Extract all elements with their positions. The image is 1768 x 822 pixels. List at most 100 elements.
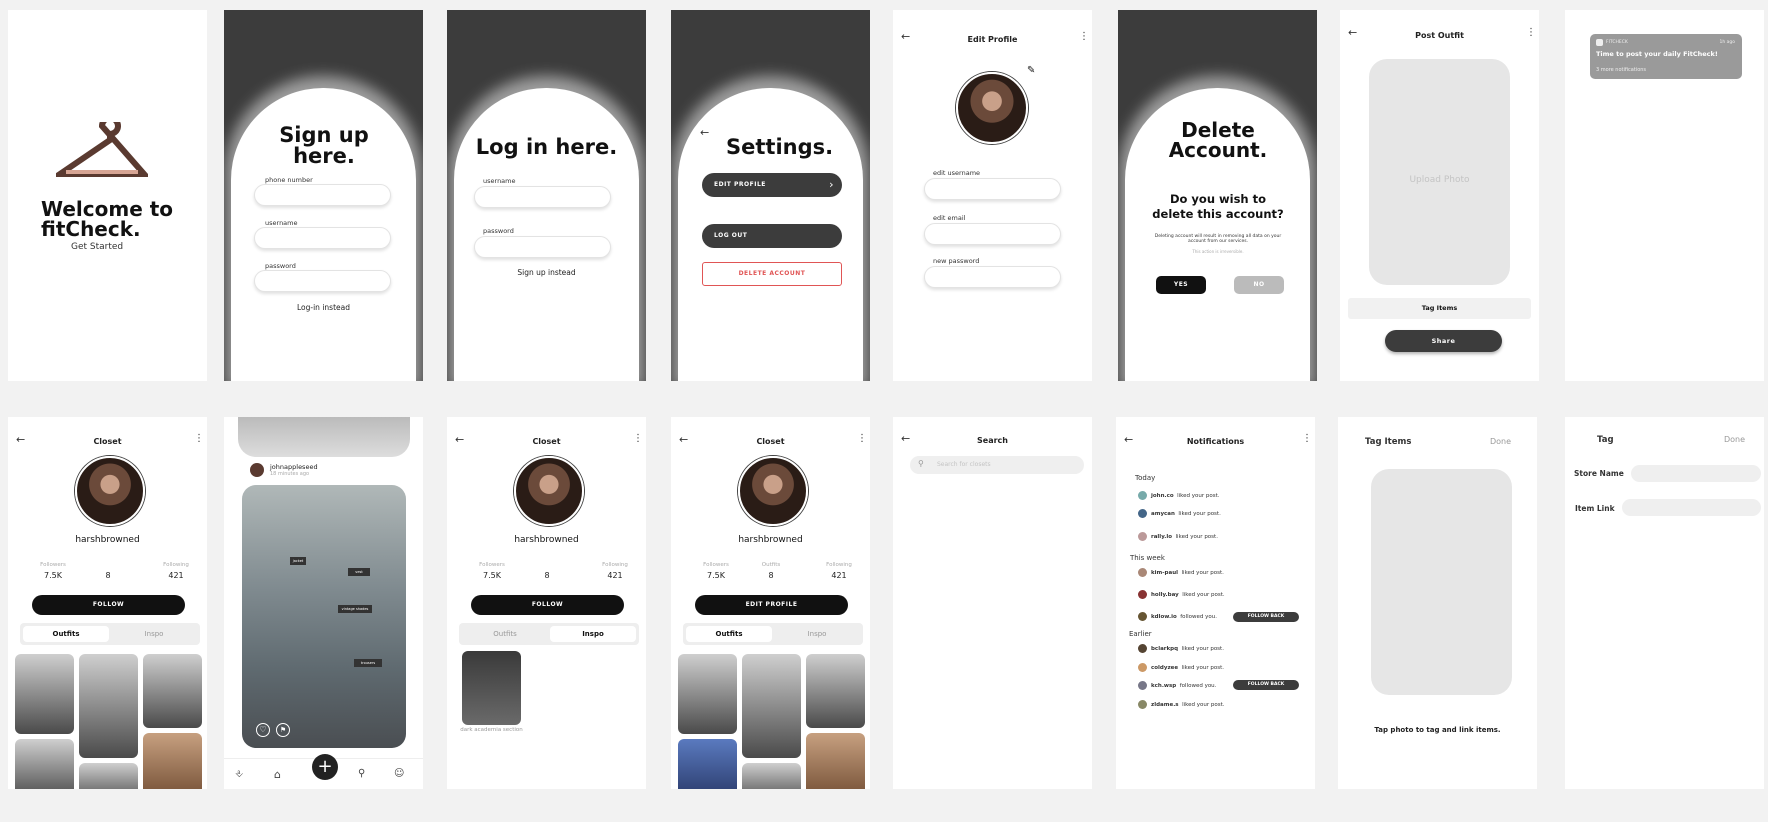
lockscreen-notification-screen: FITCHECK 1h ago Time to post your daily … xyxy=(1565,10,1764,381)
outfit-thumb[interactable] xyxy=(143,654,202,728)
more-icon[interactable]: ⋮ xyxy=(633,434,643,444)
edit-profile-button[interactable]: EDIT PROFILE › xyxy=(702,173,842,197)
search-input[interactable]: ⚲ Search for closets xyxy=(910,456,1084,474)
notif-action: liked your post. xyxy=(1177,493,1220,499)
notification-item[interactable]: holly.bay liked your post. xyxy=(1138,590,1225,599)
plus-icon[interactable]: + xyxy=(312,754,338,780)
outfit-thumb[interactable] xyxy=(742,763,801,789)
notification-item[interactable]: bclarkpq liked your post. xyxy=(1138,644,1224,653)
no-button[interactable]: NO xyxy=(1234,276,1284,294)
share-button[interactable]: Share xyxy=(1385,330,1502,352)
yes-button[interactable]: YES xyxy=(1156,276,1206,294)
notification-item[interactable]: kch.wsp followed you. xyxy=(1138,681,1216,690)
notification-card[interactable]: FITCHECK 1h ago Time to post your daily … xyxy=(1590,34,1742,79)
item-tag[interactable]: vintage shades xyxy=(338,605,372,613)
more-icon[interactable]: ⋮ xyxy=(1526,28,1536,38)
notification-item[interactable]: rally.lo liked your post. xyxy=(1138,532,1218,541)
outfit-thumb[interactable] xyxy=(15,739,74,789)
tab-outfits[interactable]: Outfits xyxy=(23,626,109,642)
more-icon[interactable]: ⋮ xyxy=(857,434,867,444)
edit-profile-title: Edit Profile xyxy=(967,35,1018,44)
outfit-thumb[interactable] xyxy=(79,763,138,789)
notification-item[interactable]: amycan liked your post. xyxy=(1138,509,1221,518)
login-title: Log in here. xyxy=(475,135,618,159)
avatar xyxy=(1138,663,1147,672)
get-started-link[interactable]: Get Started xyxy=(71,242,123,252)
follow-button[interactable]: FOLLOW xyxy=(32,595,185,615)
heart-icon[interactable]: ♡ xyxy=(256,723,270,737)
username-field[interactable] xyxy=(474,186,611,208)
tab-outfits[interactable]: Outfits xyxy=(686,626,772,642)
item-tag[interactable]: jacket xyxy=(290,557,306,565)
outfits-label: Outfits xyxy=(761,562,781,568)
notification-item[interactable]: kim-paul liked your post. xyxy=(1138,568,1224,577)
notif-action: liked your post. xyxy=(1181,570,1224,576)
tag-photo-area[interactable] xyxy=(1371,469,1512,695)
signup-instead-link[interactable]: Sign up instead xyxy=(447,268,646,277)
poster-avatar[interactable] xyxy=(250,463,264,477)
notif-user: amycan xyxy=(1151,511,1175,517)
notification-item[interactable]: coldyzee liked your post. xyxy=(1138,663,1224,672)
outfit-thumb[interactable] xyxy=(678,654,737,734)
password-field[interactable] xyxy=(254,270,391,292)
more-icon[interactable]: ⋮ xyxy=(194,434,204,444)
tab-inspo[interactable]: Inspo xyxy=(550,626,636,642)
follow-button[interactable]: FOLLOW xyxy=(471,595,624,615)
search-icon[interactable]: ⚲ xyxy=(358,768,365,779)
delete-account-button[interactable]: DELETE ACCOUNT xyxy=(702,262,842,286)
upload-photo-area[interactable] xyxy=(1369,59,1510,285)
tab-inspo[interactable]: Inspo xyxy=(774,626,860,642)
closet-title: Closet xyxy=(756,437,785,446)
edit-icon[interactable]: ✎ xyxy=(1027,65,1035,76)
notification-item[interactable]: kdlow.io followed you. xyxy=(1138,612,1217,621)
avatar xyxy=(1138,532,1147,541)
username-field[interactable] xyxy=(924,178,1061,200)
item-link-field[interactable] xyxy=(1622,499,1761,516)
outfit-thumb[interactable] xyxy=(806,733,865,789)
phone-label: phone number xyxy=(265,176,313,184)
outfit-thumb[interactable] xyxy=(79,654,138,758)
follow-back-button[interactable]: FOLLOW BACK xyxy=(1233,612,1299,622)
email-field[interactable] xyxy=(924,223,1061,245)
follow-back-button[interactable]: FOLLOW BACK xyxy=(1233,680,1299,690)
bell-icon[interactable]: ⎀ xyxy=(235,769,243,780)
section-earlier: Earlier xyxy=(1129,630,1152,638)
welcome-screen: Welcome to fitCheck. Get Started xyxy=(8,10,207,381)
search-title: Search xyxy=(977,436,1008,445)
more-icon[interactable]: ⋮ xyxy=(1302,434,1312,444)
notification-item[interactable]: john.co liked your post. xyxy=(1138,491,1220,500)
tab-inspo[interactable]: Inspo xyxy=(111,626,197,642)
logout-button[interactable]: LOG OUT xyxy=(702,224,842,248)
username-field[interactable] xyxy=(254,227,391,249)
inspo-board-thumb[interactable] xyxy=(462,651,521,725)
outfit-thumb[interactable] xyxy=(143,733,202,789)
outfit-thumb[interactable] xyxy=(806,654,865,728)
profile-icon[interactable]: ☺ xyxy=(394,768,404,779)
more-icon[interactable]: ⋮ xyxy=(1079,32,1089,42)
notif-user: kch.wsp xyxy=(1151,683,1177,689)
done-button[interactable]: Done xyxy=(1724,435,1745,444)
tab-outfits[interactable]: Outfits xyxy=(462,626,548,642)
home-icon[interactable]: ⌂ xyxy=(274,768,281,781)
outfit-thumb[interactable] xyxy=(678,739,737,789)
login-instead-link[interactable]: Log-in instead xyxy=(224,303,423,312)
outfit-thumb[interactable] xyxy=(742,654,801,758)
bookmark-icon[interactable]: ⚑ xyxy=(276,723,290,737)
password-field[interactable] xyxy=(474,236,611,258)
notification-item[interactable]: zldame.s liked your post. xyxy=(1138,700,1224,709)
edit-profile-button[interactable]: EDIT PROFILE xyxy=(695,595,848,615)
store-name-field[interactable] xyxy=(1631,465,1761,482)
chevron-right-icon: › xyxy=(829,178,834,191)
poster-username[interactable]: johnappleseed xyxy=(270,463,318,471)
item-tag[interactable]: trousers xyxy=(354,659,382,667)
post-image[interactable]: jacket vest vintage shades trousers ♡ ⚑ xyxy=(242,485,406,748)
item-tag[interactable]: vest xyxy=(348,568,370,576)
post-outfit-screen: ← Post Outfit ⋮ Upload Photo Tag Items S… xyxy=(1340,10,1539,381)
outfit-thumb[interactable] xyxy=(15,654,74,734)
done-button[interactable]: Done xyxy=(1490,437,1511,446)
back-arrow-icon[interactable]: ← xyxy=(700,126,709,139)
avatar xyxy=(1138,700,1147,709)
tag-items-button[interactable]: Tag Items xyxy=(1348,298,1531,319)
password-field[interactable] xyxy=(924,266,1061,288)
phone-field[interactable] xyxy=(254,184,391,206)
